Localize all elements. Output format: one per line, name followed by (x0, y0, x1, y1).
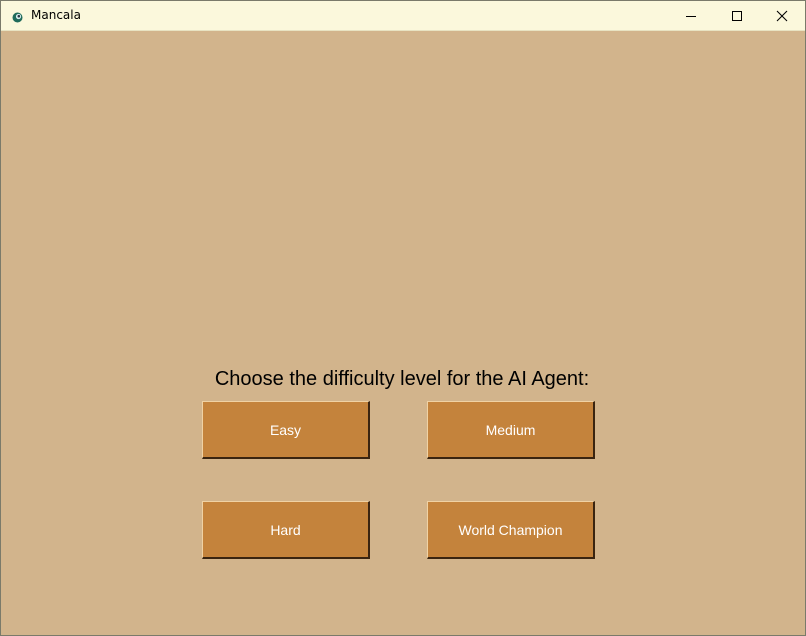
window-title: Mancala (31, 8, 81, 22)
app-window: Mancala Choose the difficulty level for … (0, 0, 806, 636)
maximize-button[interactable] (714, 1, 760, 30)
world-champion-button[interactable]: World Champion (427, 501, 595, 559)
easy-button[interactable]: Easy (202, 401, 370, 459)
minimize-button[interactable] (668, 1, 714, 30)
game-canvas: Choose the difficulty level for the AI A… (1, 31, 805, 635)
mancala-app-icon (12, 10, 23, 23)
hard-button[interactable]: Hard (202, 501, 370, 559)
close-icon (776, 10, 788, 22)
maximize-icon (731, 10, 743, 22)
title-bar[interactable]: Mancala (1, 1, 805, 31)
difficulty-prompt: Choose the difficulty level for the AI A… (214, 368, 590, 390)
medium-button[interactable]: Medium (427, 401, 595, 459)
close-button[interactable] (759, 1, 805, 30)
minimize-icon (685, 10, 697, 22)
